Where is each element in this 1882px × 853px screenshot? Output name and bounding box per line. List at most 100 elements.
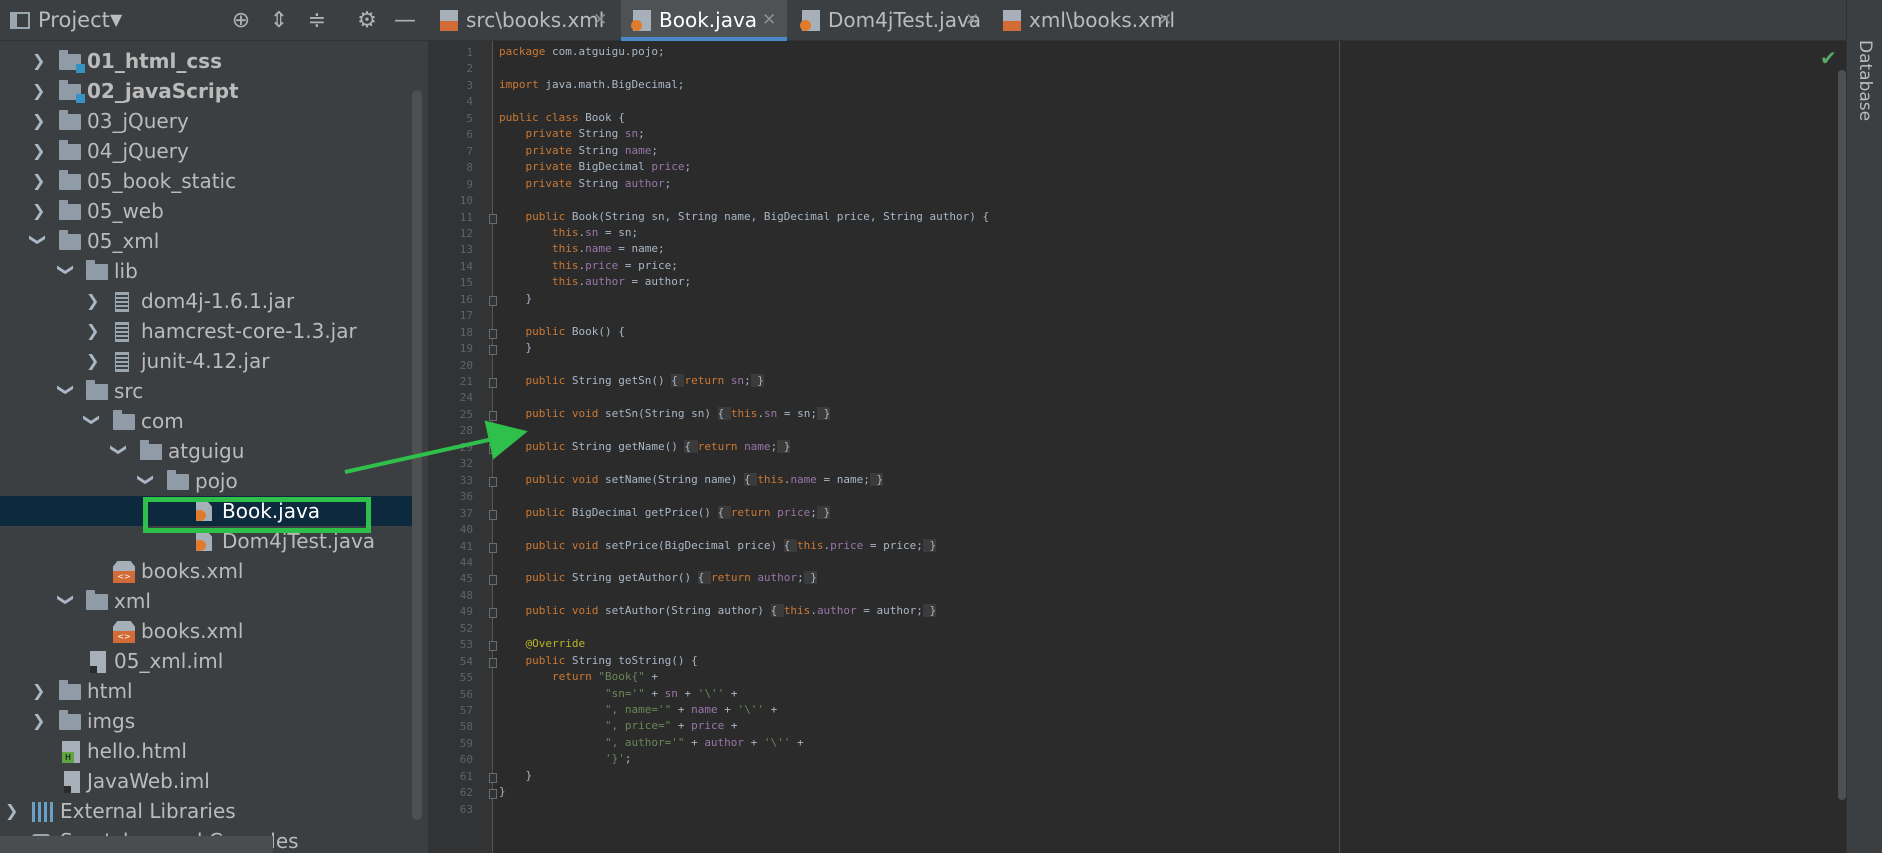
code-line: public String getName() { return name; }	[499, 439, 791, 455]
tree-item-html[interactable]: ❯ html	[0, 676, 420, 706]
fold-marker-icon[interactable]	[489, 509, 497, 520]
tree-item-hello-html[interactable]: H hello.html	[0, 736, 420, 766]
chevron-right-icon[interactable]: ❯	[32, 136, 48, 166]
tree-item-02-javascript[interactable]: ❯ 02_javaScript	[0, 76, 420, 106]
tree-item-05-xml-iml[interactable]: 05_xml.iml	[0, 646, 420, 676]
tree-item-xml[interactable]: ❯ xml	[0, 586, 420, 616]
close-icon[interactable]: ✕	[1158, 0, 1172, 40]
tree-item-05-xml[interactable]: ❯ 05_xml	[0, 226, 420, 256]
tree-item-books-xml-src[interactable]: <> books.xml	[0, 556, 420, 586]
tree-item-junit-jar[interactable]: ❯ junit-4.12.jar	[0, 346, 420, 376]
chevron-down-icon[interactable]: ❯	[51, 383, 81, 399]
tree-scrollbar[interactable]	[412, 90, 422, 820]
editor-scrollbar[interactable]	[1838, 70, 1846, 800]
bottom-panel-tab[interactable]	[0, 836, 273, 853]
code-token: this	[730, 406, 758, 420]
chevron-right-icon[interactable]: ❯	[32, 76, 48, 106]
code-token: "sn='"	[604, 686, 652, 700]
chevron-right-icon[interactable]: ❯	[86, 286, 102, 316]
chevron-right-icon[interactable]: ❯	[86, 346, 102, 376]
chevron-right-icon[interactable]: ❯	[32, 106, 48, 136]
chevron-right-icon[interactable]: ❯	[5, 796, 21, 826]
fold-marker-icon[interactable]	[489, 542, 497, 553]
close-icon[interactable]: ✕	[965, 0, 979, 40]
inspection-ok-icon[interactable]: ✔	[1820, 46, 1837, 70]
code-token: setAuthor(String author)	[604, 604, 771, 618]
code-line: public String getSn() { return sn; }	[499, 373, 764, 389]
tree-item-dom4j-jar[interactable]: ❯ dom4j-1.6.1.jar	[0, 286, 420, 316]
tree-item-imgs[interactable]: ❯ imgs	[0, 706, 420, 736]
code-token: ;	[624, 752, 632, 766]
chevron-down-icon[interactable]: ❯	[23, 233, 53, 249]
fold-marker-icon[interactable]	[489, 608, 497, 619]
chevron-right-icon[interactable]: ❯	[32, 196, 48, 226]
tree-item-03-jquery[interactable]: ❯ 03_jQuery	[0, 106, 420, 136]
fold-marker-icon[interactable]	[489, 641, 497, 652]
fold-marker-icon[interactable]	[489, 575, 497, 586]
gear-icon[interactable]: ⚙	[352, 6, 382, 36]
fold-marker-icon[interactable]	[489, 410, 497, 421]
close-icon[interactable]: ✕	[593, 0, 607, 40]
tree-item-books-xml[interactable]: <> books.xml	[0, 616, 420, 646]
chevron-down-icon[interactable]: ▼	[110, 10, 122, 29]
tree-item-external-libraries[interactable]: ❯ External Libraries	[0, 796, 420, 826]
tree-item-javaweb-iml[interactable]: JavaWeb.iml	[0, 766, 420, 796]
chevron-right-icon[interactable]: ❯	[32, 166, 48, 196]
close-icon[interactable]: ✕	[762, 0, 776, 40]
fold-marker-icon[interactable]	[489, 328, 497, 339]
chevron-down-icon[interactable]: ❯	[51, 263, 81, 279]
fold-marker-icon[interactable]	[489, 443, 497, 454]
editor-gutter[interactable]: 1 2 3 4 5 6 7 8 9 10 11 12 13 14 15 16 17 18 19 20 21 24 25 28 2…	[428, 41, 497, 853]
project-title[interactable]: Project	[38, 8, 110, 32]
code-token: author	[704, 735, 751, 749]
tab-xml-books-xml[interactable]: xml\books.xml ✕	[991, 0, 1182, 41]
chevron-right-icon[interactable]: ❯	[32, 676, 48, 706]
collapse-all-icon[interactable]: ≑	[302, 6, 332, 36]
tree-item-04-jquery[interactable]: ❯ 04_jQuery	[0, 136, 420, 166]
fold-marker-icon[interactable]	[489, 295, 497, 306]
tree-item-atguigu[interactable]: ❯ atguigu	[0, 436, 420, 466]
chevron-right-icon[interactable]: ❯	[86, 316, 102, 346]
code-editor[interactable]: package com.atguigu.pojo; import java.mat…	[499, 41, 1839, 853]
code-token: public	[525, 324, 572, 338]
chevron-down-icon[interactable]: ❯	[51, 593, 81, 609]
database-tool-tab[interactable]: Database	[1855, 40, 1875, 121]
tab-book-java[interactable]: Book.java ✕	[621, 0, 787, 41]
chevron-right-icon[interactable]: ❯	[32, 46, 48, 76]
fold-marker-icon[interactable]	[489, 213, 497, 224]
tree-item-hamcrest-jar[interactable]: ❯ hamcrest-core-1.3.jar	[0, 316, 420, 346]
chevron-down-icon[interactable]: ❯	[104, 443, 134, 459]
expand-all-icon[interactable]: ⇕	[264, 6, 294, 36]
fold-marker-icon[interactable]	[489, 789, 497, 800]
fold-marker-icon[interactable]	[489, 345, 497, 356]
code-token: author	[624, 176, 665, 190]
code-token: ", name='"	[604, 703, 678, 716]
chevron-down-icon[interactable]: ❯	[131, 473, 161, 489]
tree-item-05-web[interactable]: ❯ 05_web	[0, 196, 420, 226]
tree-item-05-book-static[interactable]: ❯ 05_book_static	[0, 166, 420, 196]
tab-src-books-xml[interactable]: src\books.xml ✕	[428, 0, 618, 41]
tree-item-src[interactable]: ❯ src	[0, 376, 420, 406]
fold-marker-icon[interactable]	[489, 657, 497, 668]
tree-item-lib[interactable]: ❯ lib	[0, 256, 420, 286]
code-token: .	[810, 604, 817, 618]
fold-marker-icon[interactable]	[489, 476, 497, 487]
line-number: 6	[466, 128, 473, 142]
locate-icon[interactable]: ⊕	[226, 6, 256, 36]
fold-marker-icon[interactable]	[489, 378, 497, 388]
chevron-right-icon[interactable]: ❯	[32, 706, 48, 736]
code-line: public class Book {	[499, 110, 625, 126]
tab-dom4jtest-java[interactable]: Dom4jTest.java ✕	[790, 0, 989, 41]
minimize-icon[interactable]: —	[390, 6, 420, 36]
fold-marker-icon[interactable]	[489, 772, 497, 783]
tree-item-com[interactable]: ❯ com	[0, 406, 420, 436]
tree-item-01-html-css[interactable]: ❯ 01_html_css	[0, 46, 420, 76]
tree-item-pojo[interactable]: ❯ pojo	[0, 466, 420, 496]
chevron-down-icon[interactable]: ❯	[77, 413, 107, 429]
